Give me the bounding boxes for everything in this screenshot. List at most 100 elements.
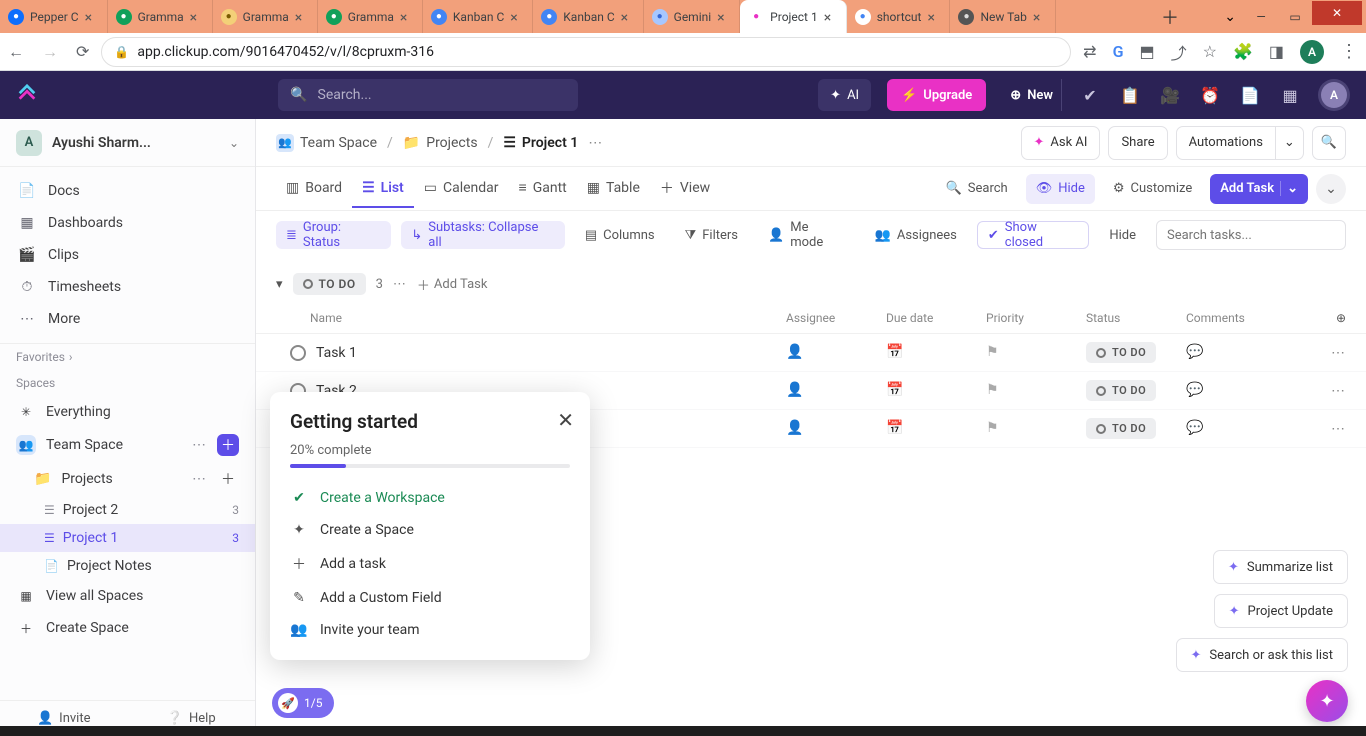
add-column-button[interactable]: ⊕ <box>1306 311 1346 325</box>
browser-tab[interactable]: ● Pepper C × <box>0 0 108 33</box>
tab-overflow-icon[interactable]: ⌄ <box>1216 9 1244 25</box>
col-header-assignee[interactable]: Assignee <box>786 311 886 325</box>
close-tab-icon[interactable]: × <box>85 10 99 24</box>
close-tab-icon[interactable]: × <box>824 10 838 24</box>
search-tasks-input[interactable] <box>1156 220 1346 250</box>
favorites-header[interactable]: Favorites › <box>0 344 255 370</box>
due-date-cell[interactable]: 📅 <box>886 420 986 438</box>
browser-tab[interactable]: ● Gemini × <box>644 0 741 33</box>
group-more-icon[interactable]: ⋯ <box>393 277 407 292</box>
status-cell[interactable]: TO DO <box>1086 380 1186 401</box>
show-closed-chip[interactable]: ✔ Show closed <box>977 221 1089 249</box>
notepad-icon[interactable]: 📄 <box>1238 83 1262 107</box>
col-header-comments[interactable]: Comments <box>1186 311 1306 325</box>
group-add-task[interactable]: ＋ Add Task <box>417 275 488 294</box>
sidebar-projects-folder[interactable]: 📁 Projects ⋯ ＋ <box>0 462 255 496</box>
close-window-button[interactable]: ✕ <box>1312 1 1362 25</box>
close-tab-icon[interactable]: × <box>510 10 524 24</box>
project-update-button[interactable]: ✦ Project Update <box>1214 594 1348 628</box>
close-tab-icon[interactable]: × <box>295 10 309 24</box>
sidepanel-icon[interactable]: ◨ <box>1269 42 1284 61</box>
clickup-logo-icon[interactable] <box>16 84 38 106</box>
browser-tab[interactable]: ● shortcut × <box>847 0 951 33</box>
close-tab-icon[interactable]: × <box>927 10 941 24</box>
upgrade-button[interactable]: ⚡ Upgrade <box>887 79 986 111</box>
onboarding-item[interactable]: ＋Add a task <box>290 546 570 582</box>
sidebar-view-all-spaces[interactable]: ▦ View all Spaces <box>0 580 255 612</box>
filters-chip[interactable]: ⧩ Filters <box>675 221 748 249</box>
breadcrumb-projects[interactable]: 📁 Projects <box>403 135 478 151</box>
assignee-cell[interactable]: 👤 <box>786 382 886 400</box>
breadcrumb-current[interactable]: ☰ Project 1 <box>503 135 578 151</box>
new-tab-button[interactable]: ＋ <box>1156 0 1184 33</box>
browser-tab[interactable]: ● Gramma × <box>108 0 213 33</box>
ai-button[interactable]: ✦ AI <box>818 79 871 111</box>
browser-tab[interactable]: ● Gramma × <box>318 0 423 33</box>
assignees-chip[interactable]: 👥 Assignees <box>865 221 967 249</box>
comments-cell[interactable]: 💬 <box>1186 382 1306 400</box>
customize-button[interactable]: ⚙ Customize <box>1103 174 1202 204</box>
status-cell[interactable]: TO DO <box>1086 418 1186 439</box>
google-icon[interactable]: G <box>1113 42 1124 61</box>
status-cell[interactable]: TO DO <box>1086 342 1186 363</box>
due-date-cell[interactable]: 📅 <box>886 382 986 400</box>
close-tab-icon[interactable]: × <box>717 10 731 24</box>
sidebar-list-project-2[interactable]: ☰Project 23 <box>0 496 255 524</box>
task-row[interactable]: Task 1 👤 📅 ⚑ TO DO 💬 ⋯ <box>256 334 1366 372</box>
onboarding-progress-bubble[interactable]: 🚀 1/5 <box>272 688 334 718</box>
maximize-button[interactable]: ▭ <box>1278 3 1312 31</box>
automations-dropdown[interactable]: ⌄ <box>1276 126 1304 160</box>
assignee-cell[interactable]: 👤 <box>786 344 886 362</box>
header-search-icon[interactable]: 🔍 <box>1312 126 1346 160</box>
browser-tab[interactable]: ● Kanban C × <box>533 0 643 33</box>
onboarding-item[interactable]: ✎Add a Custom Field <box>290 582 570 614</box>
columns-chip[interactable]: ▤ Columns <box>575 221 665 249</box>
sidebar-item-dashboards[interactable]: ▦Dashboards <box>0 207 255 239</box>
priority-cell[interactable]: ⚑ <box>986 420 1086 438</box>
task-more-icon[interactable]: ⋯ <box>1306 383 1346 399</box>
subtasks-chip[interactable]: ↳ Subtasks: Collapse all <box>401 221 564 249</box>
collapse-icon[interactable]: ▾ <box>276 277 283 292</box>
clipboard-icon[interactable]: 📋 <box>1118 83 1142 107</box>
priority-cell[interactable]: ⚑ <box>986 344 1086 362</box>
sidebar-list-project-notes[interactable]: 📄Project Notes <box>0 552 255 580</box>
check-circle-icon[interactable]: ✔ <box>1078 83 1102 107</box>
col-header-status[interactable]: Status <box>1086 311 1186 325</box>
workspace-switcher[interactable]: A Ayushi Sharm... ⌄ <box>0 119 255 167</box>
share-icon[interactable]: ⤴ <box>1171 40 1187 64</box>
task-name[interactable]: Task 1 <box>316 345 786 361</box>
profile-avatar[interactable]: A <box>1300 40 1324 64</box>
view-tab-board[interactable]: ▥Board <box>276 170 352 208</box>
chevron-down-icon[interactable]: ⌄ <box>1280 181 1298 196</box>
view-tab-calendar[interactable]: ▭Calendar <box>414 170 509 208</box>
assignee-cell[interactable]: 👤 <box>786 420 886 438</box>
address-bar[interactable]: 🔒 app.clickup.com/9016470452/v/l/8cpruxm… <box>101 37 1071 67</box>
expand-button[interactable]: ⌄ <box>1316 174 1346 204</box>
ask-ai-button[interactable]: ✦ Ask AI <box>1021 126 1101 160</box>
sidebar-list-project-1[interactable]: ☰Project 13 <box>0 524 255 552</box>
close-card-button[interactable]: ✕ <box>557 408 574 432</box>
translate-icon[interactable]: ⇄ <box>1083 42 1096 61</box>
back-button[interactable]: ← <box>8 42 24 62</box>
col-header-name[interactable]: Name <box>310 311 786 325</box>
automations-button[interactable]: Automations <box>1176 126 1276 160</box>
sidebar-everything[interactable]: ✳ Everything <box>0 396 255 428</box>
view-tab-gantt[interactable]: ≡Gantt <box>509 170 577 208</box>
search-or-ask-button[interactable]: ✦ Search or ask this list <box>1176 638 1349 672</box>
onboarding-item[interactable]: ✔Create a Workspace <box>290 482 570 514</box>
comments-cell[interactable]: 💬 <box>1186 420 1306 438</box>
add-task-button[interactable]: Add Task ⌄ <box>1210 174 1308 204</box>
onboarding-item[interactable]: ✦Create a Space <box>290 514 570 546</box>
sidebar-item-more[interactable]: ⋯More <box>0 303 255 335</box>
due-date-cell[interactable]: 📅 <box>886 344 986 362</box>
comments-cell[interactable]: 💬 <box>1186 344 1306 362</box>
view-tab-table[interactable]: ▦Table <box>577 170 650 208</box>
group-chip[interactable]: ≣ Group: Status <box>276 221 391 249</box>
add-to-folder-button[interactable]: ＋ <box>217 468 239 490</box>
sidebar-create-space[interactable]: ＋ Create Space <box>0 612 255 644</box>
apps-grid-icon[interactable]: ▦ <box>1278 83 1302 107</box>
task-more-icon[interactable]: ⋯ <box>1306 345 1346 361</box>
me-mode-chip[interactable]: 👤 Me mode <box>758 221 855 249</box>
new-button[interactable]: ⊕ New <box>1002 79 1062 111</box>
breadcrumb-team-space[interactable]: 👥 Team Space <box>276 134 377 152</box>
